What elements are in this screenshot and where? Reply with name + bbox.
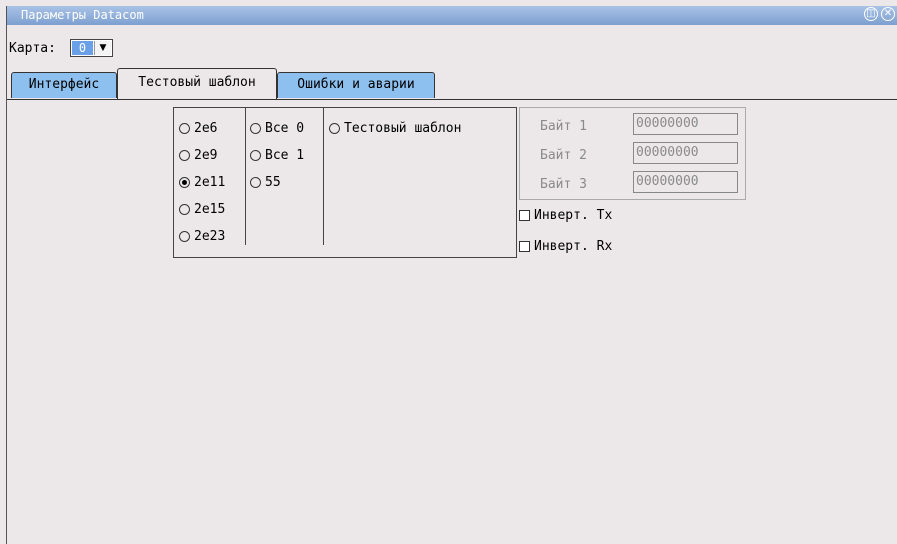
maximize-icon[interactable]: ◫	[864, 7, 878, 21]
card-select-value: 0	[72, 41, 93, 55]
radio-icon[interactable]	[250, 177, 261, 188]
radio-icon[interactable]	[179, 150, 190, 161]
radio-label: Все 0	[265, 121, 305, 136]
datacom-window: Параметры Datacom ◫ ✕ Карта: 0 ▼ Интерфе…	[6, 6, 897, 544]
radio-all-0[interactable]: Все 0	[250, 121, 304, 136]
radio-label: 2e23	[194, 229, 226, 244]
radio-icon[interactable]	[179, 231, 190, 242]
radio-label: Все 1	[265, 148, 305, 163]
radio-icon[interactable]	[250, 123, 261, 134]
column-divider	[245, 108, 246, 245]
radio-all-1[interactable]: Все 1	[250, 148, 304, 163]
byte-2-label: Байт 2	[540, 148, 587, 163]
checkbox-label: Инверт. Tx	[534, 208, 613, 223]
radio-55[interactable]: 55	[250, 175, 281, 190]
close-icon[interactable]: ✕	[881, 7, 895, 21]
radio-2e6[interactable]: 2e6	[179, 121, 217, 136]
tab-divider	[7, 99, 897, 100]
invert-rx-checkbox[interactable]: Инверт. Rx	[519, 239, 612, 254]
window-title: Параметры Datacom	[21, 8, 144, 22]
tab-errors-alarms[interactable]: Ошибки и аварии	[277, 72, 435, 98]
pattern-group: 2e6 2e9 2e11 2e15 2e23 Все 0 Все 1 55 Те…	[173, 107, 517, 258]
radio-2e9[interactable]: 2e9	[179, 148, 217, 163]
radio-2e15[interactable]: 2e15	[179, 202, 225, 217]
card-label: Карта:	[9, 41, 56, 56]
chevron-down-icon[interactable]: ▼	[94, 41, 111, 55]
radio-label: 2e9	[194, 148, 218, 163]
radio-2e23[interactable]: 2e23	[179, 229, 225, 244]
byte-1-input[interactable]: 00000000	[633, 113, 738, 135]
radio-icon[interactable]	[329, 123, 340, 134]
checkbox-icon[interactable]	[519, 241, 530, 252]
radio-label: 55	[265, 175, 281, 190]
radio-label: 2e11	[194, 175, 226, 190]
radio-label: 2e15	[194, 202, 226, 217]
byte-2-input[interactable]: 00000000	[633, 142, 738, 164]
byte-group: Байт 1 00000000 Байт 2 00000000 Байт 3 0…	[519, 107, 746, 200]
byte-3-label: Байт 3	[540, 177, 587, 192]
checkbox-icon[interactable]	[519, 210, 530, 221]
radio-selected-icon[interactable]	[179, 177, 190, 188]
tab-interface[interactable]: Интерфейс	[11, 72, 117, 98]
radio-label: 2e6	[194, 121, 218, 136]
checkbox-label: Инверт. Rx	[534, 239, 613, 254]
byte-1-label: Байт 1	[540, 119, 587, 134]
radio-2e11[interactable]: 2e11	[179, 175, 225, 190]
card-select[interactable]: 0 ▼	[70, 39, 113, 57]
tab-test-pattern[interactable]: Тестовый шаблон	[117, 68, 277, 99]
invert-tx-checkbox[interactable]: Инверт. Tx	[519, 208, 612, 223]
title-bar: Параметры Datacom ◫ ✕	[7, 6, 897, 25]
radio-label: Тестовый шаблон	[344, 121, 462, 136]
radio-icon[interactable]	[179, 123, 190, 134]
radio-test-pattern[interactable]: Тестовый шаблон	[329, 121, 461, 136]
column-divider	[323, 108, 324, 245]
radio-icon[interactable]	[179, 204, 190, 215]
byte-3-input[interactable]: 00000000	[633, 171, 738, 193]
radio-icon[interactable]	[250, 150, 261, 161]
